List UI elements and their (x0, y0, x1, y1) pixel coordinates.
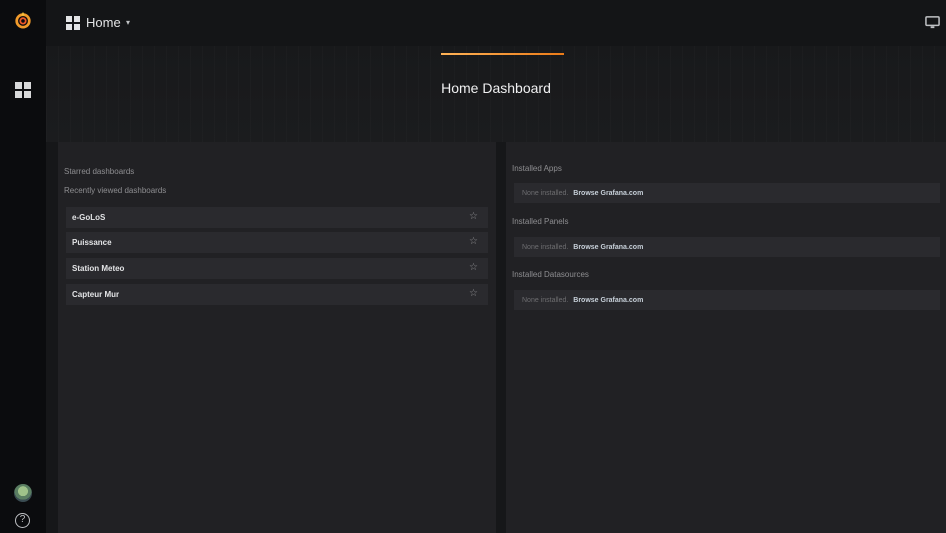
none-installed-text: None installed. (522, 190, 569, 197)
plugin-list-item: None installed. Browse Grafana.com (514, 237, 940, 257)
star-icon[interactable]: ☆ (469, 211, 478, 222)
plugin-list-panel: Installed Apps None installed. Browse Gr… (506, 142, 946, 533)
dashboard-link[interactable]: Station Meteo (72, 264, 124, 273)
title-underline (441, 53, 564, 55)
chevron-down-icon[interactable]: ▾ (126, 18, 130, 27)
dashboards-grid-icon[interactable] (15, 82, 31, 98)
dashboard-picker-grid-icon[interactable] (66, 16, 80, 30)
list-item[interactable]: e-GoLoS ☆ (66, 207, 488, 228)
list-item[interactable]: Puissance ☆ (66, 232, 488, 253)
page-title: Home Dashboard (441, 80, 551, 96)
recent-dashboards-heading: Recently viewed dashboards (64, 186, 167, 195)
dashboard-picker-title[interactable]: Home (86, 15, 121, 30)
dashboard-link[interactable]: Puissance (72, 238, 112, 247)
help-icon[interactable]: ? (15, 513, 30, 528)
grafana-logo-icon[interactable] (14, 11, 32, 29)
home-dashboard-header: Home Dashboard (46, 46, 946, 142)
star-icon[interactable]: ☆ (469, 262, 478, 273)
star-icon[interactable]: ☆ (469, 288, 478, 299)
plugin-list-item: None installed. Browse Grafana.com (514, 290, 940, 310)
plugin-list-item: None installed. Browse Grafana.com (514, 183, 940, 203)
installed-panels-heading: Installed Panels (512, 217, 569, 226)
installed-datasources-heading: Installed Datasources (512, 270, 589, 279)
installed-apps-heading: Installed Apps (512, 164, 562, 173)
dashlist-panel: Starred dashboards Recently viewed dashb… (58, 142, 496, 533)
list-item[interactable]: Station Meteo ☆ (66, 258, 488, 279)
starred-dashboards-heading: Starred dashboards (64, 167, 135, 176)
list-item[interactable]: Capteur Mur ☆ (66, 284, 488, 305)
dashboard-link[interactable]: e-GoLoS (72, 213, 105, 222)
tv-monitor-icon[interactable] (925, 15, 940, 30)
star-icon[interactable]: ☆ (469, 236, 478, 247)
none-installed-text: None installed. (522, 244, 569, 251)
browse-grafana-link[interactable]: Browse Grafana.com (573, 297, 643, 304)
browse-grafana-link[interactable]: Browse Grafana.com (573, 244, 643, 251)
top-navbar: Home ▾ (46, 0, 946, 46)
side-menu: ? (0, 0, 46, 533)
browse-grafana-link[interactable]: Browse Grafana.com (573, 190, 643, 197)
user-avatar-icon[interactable] (14, 484, 32, 502)
none-installed-text: None installed. (522, 297, 569, 304)
dashboard-link[interactable]: Capteur Mur (72, 290, 119, 299)
